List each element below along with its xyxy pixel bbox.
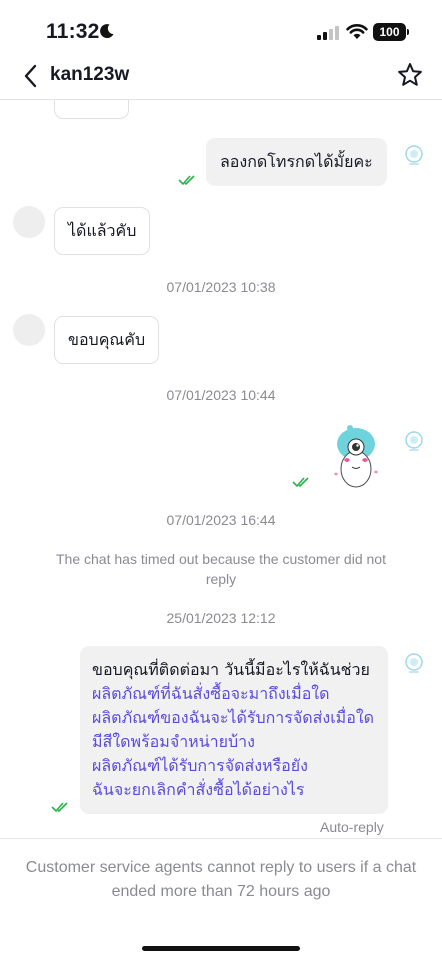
battery-tip [407,29,409,35]
star-outline-icon[interactable] [396,61,424,89]
customer-avatar[interactable] [13,314,45,346]
quick-question-link[interactable]: มีสีใดพร้อมจำหน่ายบ้าง [92,730,376,754]
reply-restriction-notice: Customer service agents cannot reply to … [25,859,417,900]
contact-name: kan123w [50,64,130,85]
message-bubble-outgoing[interactable]: ลองกดโทรกดได้มั้ยคะ [206,138,387,186]
message-timestamp: 25/01/2023 12:12 [166,610,276,626]
message-text: ได้แล้วคับ [68,221,137,240]
chevron-left-icon[interactable] [18,62,46,90]
message-text: ขอบคุณคับ [68,330,146,349]
double-check-icon [292,477,309,488]
auto-reply-heading: ขอบคุณที่ติดต่อมา วันนี้มีอะไรให้ฉันช่วย [92,660,370,679]
message-timestamp: 07/01/2023 10:44 [166,387,276,403]
chat-footer: Customer service agents cannot reply to … [0,838,442,960]
shop-logo-icon [405,145,423,165]
message-timestamp: 07/01/2023 16:44 [166,512,276,528]
shop-logo-icon [405,653,423,673]
moon-icon [100,24,114,39]
message-timestamp: 07/01/2023 10:38 [166,279,276,295]
double-check-icon [51,802,68,813]
customer-avatar[interactable] [13,206,45,238]
wifi-icon [346,24,368,39]
status-time: 11:32 [46,20,100,43]
chat-timeout-notice: The chat has timed out because the custo… [56,551,386,587]
double-check-icon [178,175,195,186]
message-bubble-incoming[interactable]: ได้แล้วคับ [54,207,151,255]
quick-question-link[interactable]: ผลิตภัณฑ์ที่ฉันสั่งซื้อจะมาถึงเมื่อใด [92,682,376,706]
auto-reply-bubble: ขอบคุณที่ติดต่อมา วันนี้มีอะไรให้ฉันช่วย… [80,646,388,814]
quick-question-link[interactable]: ผลิตภัณฑ์ได้รับการจัดส่งหรือยัง [92,754,376,778]
signal-icon [317,26,339,40]
quick-question-link[interactable]: ฉันจะยกเลิกคำสั่งซื้อได้อย่างไร [92,778,376,802]
auto-reply-label: Auto-reply [320,819,384,835]
mascot-sticker[interactable] [330,422,384,492]
message-bubble-incoming[interactable] [54,100,129,119]
shop-logo-icon [405,431,423,451]
message-bubble-incoming[interactable]: ขอบคุณคับ [54,316,160,364]
chat-thread[interactable]: ลองกดโทรกดได้มั้ยคะ ได้แล้วคับ 07/01/202… [0,100,442,838]
chat-header: kan123w [0,58,442,100]
status-bar: 11:32 100 [0,0,442,58]
quick-question-link[interactable]: ผลิตภัณฑ์ของฉันจะได้รับการจัดส่งเมื่อใด [92,706,376,730]
battery-indicator: 100 [373,23,406,41]
message-text: ลองกดโทรกดได้มั้ยคะ [220,152,373,171]
home-indicator[interactable] [142,946,300,951]
